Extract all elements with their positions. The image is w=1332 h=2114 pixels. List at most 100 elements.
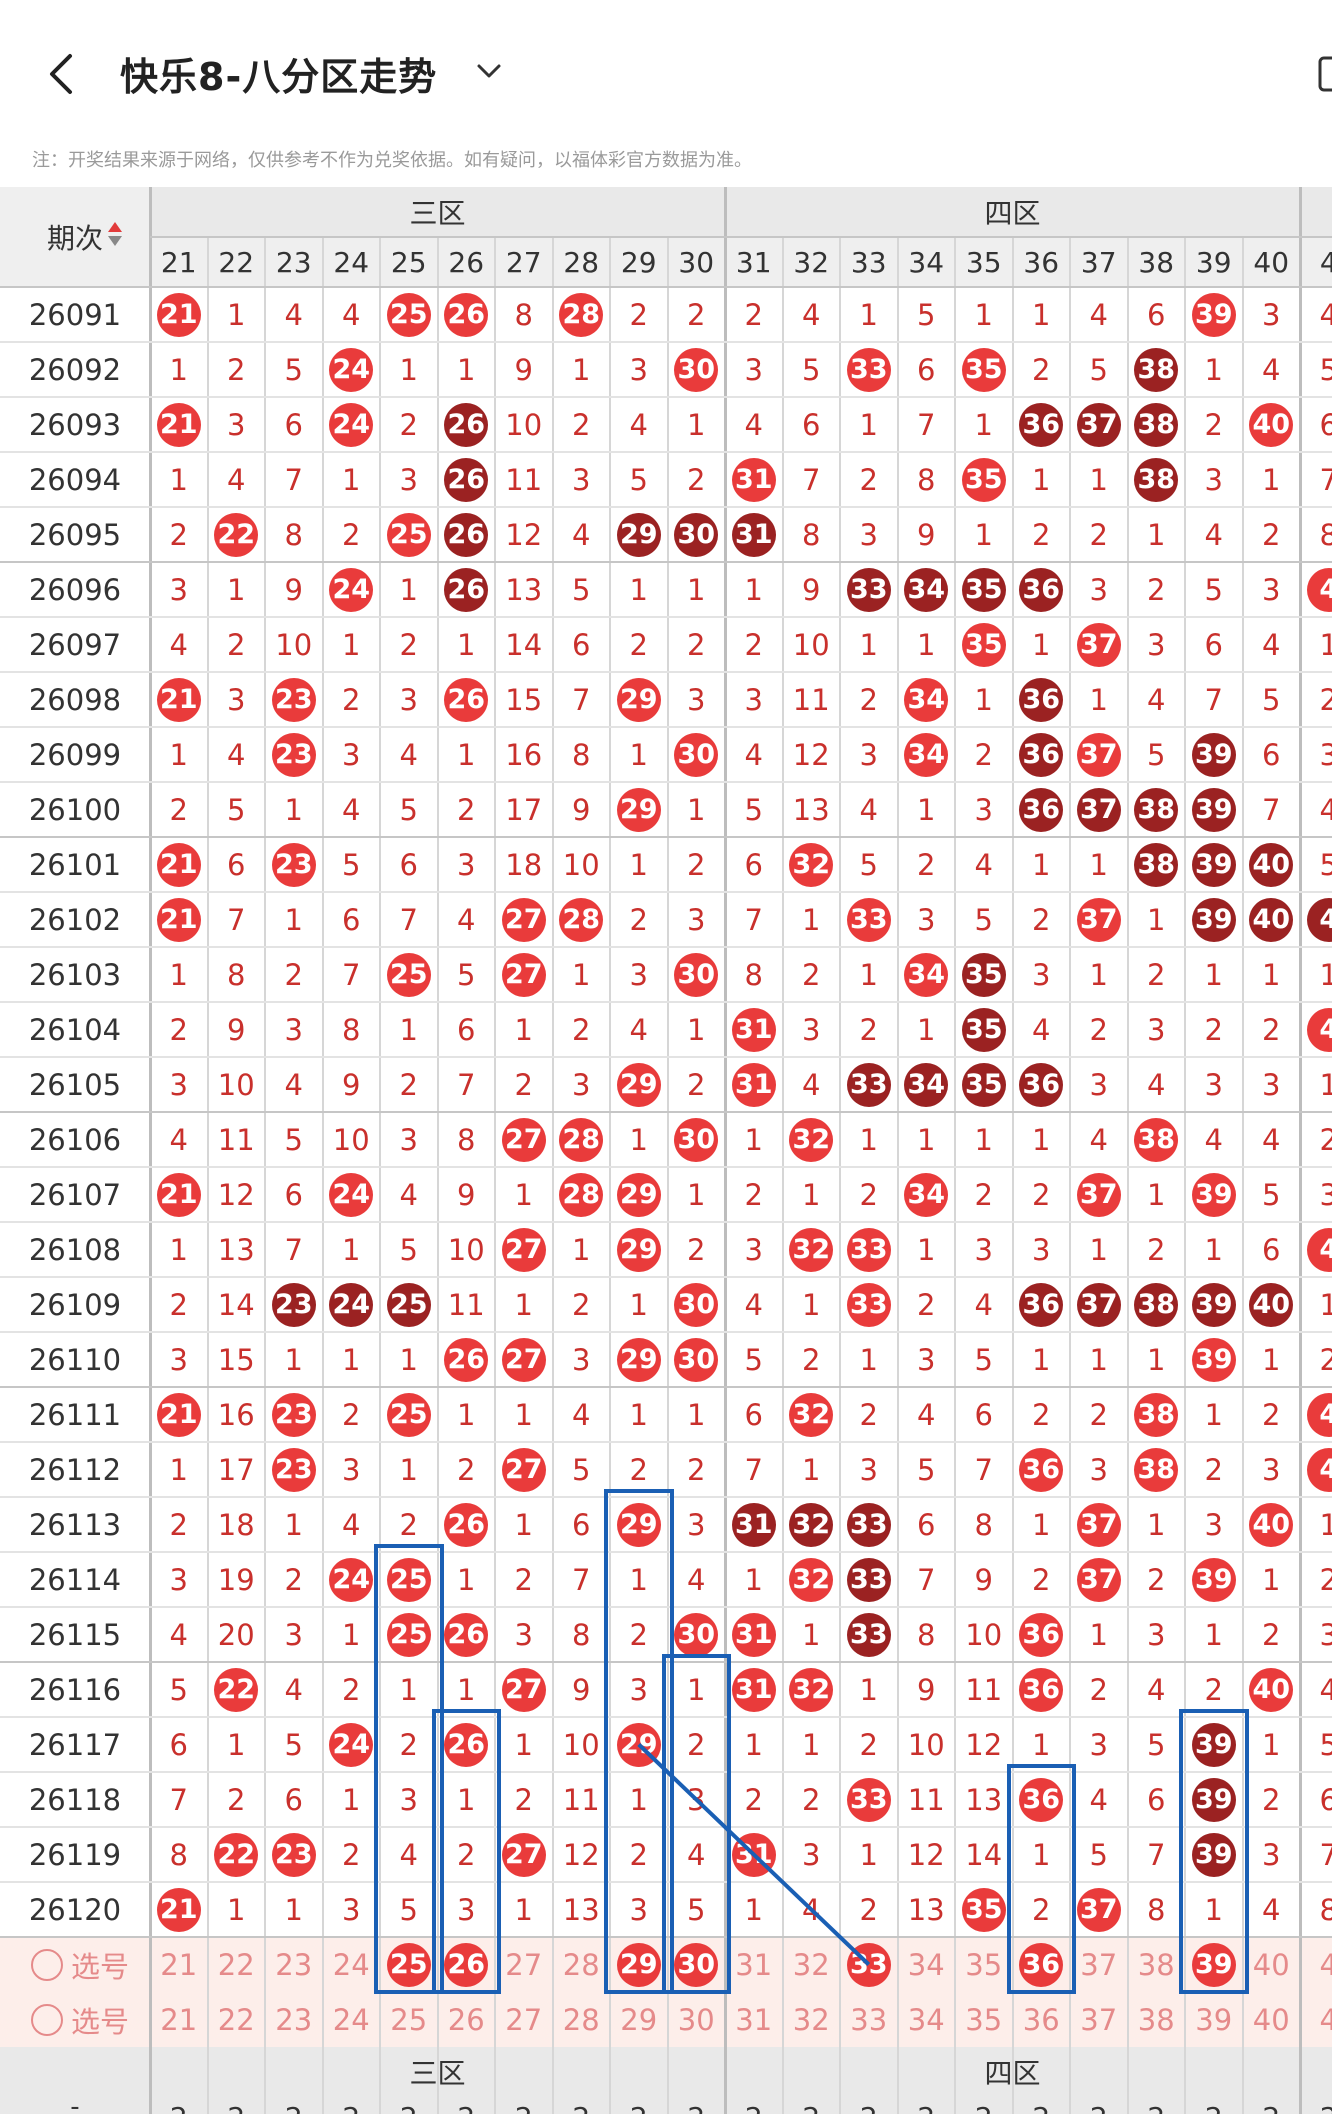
select-number-27[interactable]: 27 [495,1937,553,1992]
select-number-28[interactable]: 28 [553,1937,611,1992]
select-number-39[interactable]: 39 [1185,1992,1243,2047]
select-number-31[interactable]: 31 [725,1937,783,1992]
trend-cell: 5 [974,1342,993,1377]
drawn-number-ball: 34 [904,1062,949,1107]
select-number-28[interactable]: 28 [553,1992,611,2047]
trend-cell: 9 [284,572,303,607]
trend-cell: 3 [629,352,648,387]
trend-cell: 1 [1089,1617,1108,1652]
select-number-23[interactable]: 23 [265,1937,323,1992]
select-number-32[interactable]: 32 [783,1937,841,1992]
select-number-37[interactable]: 37 [1070,1992,1128,2047]
trend-cell: 5 [974,902,993,937]
trend-cell: 40 [1243,837,1301,892]
menu-edge-icon[interactable] [1318,54,1332,94]
drawn-number-ball: 29 [616,512,661,557]
select-number-31[interactable]: 31 [725,1992,783,2047]
select-number-24[interactable]: 24 [323,1937,381,1992]
period-cell: 26115 [28,1617,122,1652]
selected-number-ball[interactable]: 33 [846,1942,891,1987]
trend-cell: 35 [955,342,1013,397]
period-cell: 26116 [28,1672,122,1707]
drawn-number-ball: 22 [214,512,259,557]
trend-cell: 35 [955,947,1013,1002]
select-number-33[interactable]: 33 [840,1992,898,2047]
drawn-number-ball: 33 [846,1502,891,1547]
select-number-21[interactable]: 21 [150,1937,208,1992]
select-number-30[interactable]: 30 [668,1992,726,2047]
trend-cell: 1 [917,1122,936,1157]
trend-cell: 29 [610,782,668,837]
select-number-24[interactable]: 24 [323,1992,381,2047]
footer-column-stub: 2 [438,2097,496,2114]
trend-cell: 6 [802,407,821,442]
trend-cell: 3 [342,1892,361,1927]
select-number-40[interactable]: 40 [1243,1937,1301,1992]
select-number-26[interactable]: 26 [438,1992,496,2047]
radio-circle-icon[interactable] [30,2003,63,2036]
select-number-38[interactable]: 38 [1128,1992,1186,2047]
trend-cell: 1 [1089,1232,1108,1267]
trend-cell: 8 [974,1507,993,1542]
select-number-34[interactable]: 34 [898,1937,956,1992]
select-number-34[interactable]: 34 [898,1992,956,2047]
trend-cell: 2 [859,1892,878,1927]
select-number-33[interactable]: 33 [840,1937,898,1992]
select-number-35[interactable]: 35 [955,1992,1013,2047]
period-header[interactable]: 期次 [30,207,140,267]
select-number-40[interactable]: 40 [1243,1992,1301,2047]
trend-cell: 2 [169,792,188,827]
radio-circle-icon[interactable] [30,1948,63,1981]
footer-column-stub: 2 [783,2097,841,2114]
trend-cell: 3 [1147,1012,1166,1047]
select-row-label[interactable]: 选号 [10,1937,150,1992]
chevron-down-icon[interactable] [474,56,504,86]
trend-cell: 2 [342,1837,361,1872]
select-number-22[interactable]: 22 [208,1937,266,1992]
select-number-32[interactable]: 32 [783,1992,841,2047]
column-header-34: 34 [908,245,945,279]
trend-cell: 1 [1262,462,1281,497]
page-title[interactable]: 快乐8-八分区走势 [120,46,437,101]
trend-cell: 38 [1128,1112,1186,1167]
drawn-number-ball: 36 [1019,787,1064,832]
trend-cell: 30 [668,1112,726,1167]
trend-cell: 4 [169,1617,188,1652]
trend-cell: 3 [1204,462,1223,497]
row-divider [0,506,1332,508]
drawn-number-ball: 24 [329,1722,374,1767]
drawn-number-ball: 40 [1249,897,1294,942]
trend-cell: 4 [744,737,763,772]
select-number-29[interactable]: 29 [610,1992,668,2047]
select-row-label[interactable]: 选号 [10,1992,150,2047]
select-number-27[interactable]: 27 [495,1992,553,2047]
sort-icon[interactable] [107,220,123,255]
column-header-30: 30 [678,245,715,279]
select-number-38[interactable]: 38 [1128,1937,1186,1992]
trend-cell: 6 [572,1507,591,1542]
trend-cell: 9 [572,1672,591,1707]
select-number-4[interactable]: 4 [1300,1937,1332,1992]
drawn-number-ball: 32 [789,842,834,887]
trend-cell: 6 [917,1507,936,1542]
select-number-21[interactable]: 21 [150,1992,208,2047]
select-number-4[interactable]: 4 [1300,1992,1332,2047]
trend-cell: 1 [744,1727,763,1762]
trend-cell: 3 [399,462,418,497]
select-number-22[interactable]: 22 [208,1992,266,2047]
select-number-25[interactable]: 25 [380,1992,438,2047]
drawn-number-ball: 21 [156,292,201,337]
back-arrow-icon[interactable] [40,50,88,98]
drawn-number-ball: 37 [1076,787,1121,832]
trend-cell: 26 [438,1332,496,1387]
trend-cell: 2 [169,517,188,552]
select-number-35[interactable]: 35 [955,1937,1013,1992]
select-number-37[interactable]: 37 [1070,1937,1128,1992]
drawn-number-ball: 26 [444,1337,489,1382]
select-number-36[interactable]: 36 [1013,1992,1071,2047]
footer-column-stub: 2 [323,2097,381,2114]
drawn-number-ball: 37 [1076,622,1121,667]
trend-cell: 1 [744,1562,763,1597]
select-number-23[interactable]: 23 [265,1992,323,2047]
trend-cell: 32 [783,837,841,892]
